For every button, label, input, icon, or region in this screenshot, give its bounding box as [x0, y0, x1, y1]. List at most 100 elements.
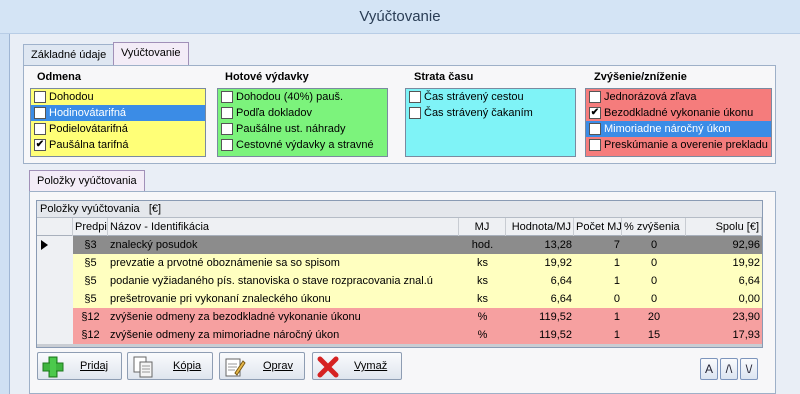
cell-zvysenie: 20 [622, 308, 686, 326]
cell-predpis: §12 [73, 326, 108, 344]
grid-header: Predpis Názov - Identifikácia MJ Hodnota… [37, 218, 762, 236]
cell-spolu: 23,90 [686, 308, 762, 326]
delete-button[interactable]: Vymaž [312, 352, 402, 380]
table-row[interactable]: §12 zvýšenie odmeny za mimoriadne náročný… [37, 326, 762, 344]
checkbox-item-hotove[interactable]: Podľa dokladov [218, 105, 387, 121]
copy-button-label: Kópia [173, 360, 202, 372]
cell-pocet: 1 [574, 326, 622, 344]
checkbox-hotove[interactable] [221, 107, 233, 119]
grid-body: §3 znalecký posudok hod. 13,28 7 0 92,96 §5 prev… [37, 236, 762, 344]
row-indicator[interactable] [37, 308, 73, 326]
checkbox-item-odmena[interactable]: ✔ Paušálna tarifná [31, 137, 205, 153]
row-indicator[interactable] [37, 272, 73, 290]
checkbox-strata[interactable] [409, 107, 421, 119]
checkbox-label: Hodinovátarifná [49, 107, 127, 119]
table-row[interactable]: §12 zvýšenie odmeny za bezodkladné vykona… [37, 308, 762, 326]
checkbox-item-odmena[interactable]: Dohodou [31, 89, 205, 105]
checkbox-zvysenie[interactable] [589, 139, 601, 151]
edit-button[interactable]: Oprav [219, 352, 305, 380]
add-button-label: Pridaj [80, 360, 109, 372]
cell-hodnota: 119,52 [506, 326, 574, 344]
group-zvysenie: Jednorázová zľava ✔ Bezodkladné vykonanie … [585, 88, 772, 157]
cell-zvysenie: 0 [622, 236, 686, 254]
checkbox-label: Paušálne ust. náhrady [236, 123, 346, 135]
group-title-hotove: Hotové výdavky [225, 71, 309, 83]
delete-button-label: Vymaž [354, 360, 388, 372]
checkbox-strata[interactable] [409, 91, 421, 103]
tab-vyuctovanie[interactable]: Vyúčtovanie [113, 42, 189, 66]
cell-nazov: prevzatie a prvotné oboznámenie sa so sp… [108, 254, 459, 272]
cell-mj: hod. [459, 236, 506, 254]
options-panel: Odmena Dohodou ✔ Hodinovátarifná Podielovát… [23, 65, 776, 164]
cell-zvysenie: 0 [622, 272, 686, 290]
checkbox-item-hotove[interactable]: Dohodou (40%) pauš. [218, 89, 387, 105]
cell-spolu: 17,93 [686, 326, 762, 344]
move-down-button[interactable]: \/ [740, 358, 758, 380]
row-indicator[interactable] [37, 290, 73, 308]
move-up-button[interactable]: /\ [720, 358, 738, 380]
copy-button[interactable]: Kópia [127, 352, 213, 380]
cell-pocet: 7 [574, 236, 622, 254]
row-indicator-header [37, 218, 73, 236]
checkbox-odmena[interactable] [34, 91, 46, 103]
table-row[interactable]: §5 prevzatie a prvotné oboznámenie sa so … [37, 254, 762, 272]
cell-spolu: 19,92 [686, 254, 762, 272]
table-row[interactable]: §3 znalecký posudok hod. 13,28 7 0 92,96 [37, 236, 762, 254]
group-title-strata: Strata času [414, 71, 474, 83]
group-title-zvysenie: Zvýšenie/zníženie [594, 71, 687, 83]
row-indicator[interactable] [37, 254, 73, 272]
tab-polozky-vyuctovania[interactable]: Položky vyúčtovania [29, 170, 145, 192]
copy-icon [133, 356, 153, 378]
checkbox-odmena[interactable]: ✔ [34, 139, 46, 151]
checkbox-item-zvysenie[interactable]: Preskúmanie a overenie prekladu [586, 137, 771, 153]
col-zvysenie[interactable]: % zvýšenia [622, 218, 686, 236]
checkbox-label: Čas strávený cestou [424, 91, 524, 103]
checkbox-label: Podielovátarifná [49, 123, 128, 135]
add-button[interactable]: Pridaj [37, 352, 122, 380]
checkbox-zvysenie[interactable]: ✔ [589, 123, 601, 135]
cell-pocet: 1 [574, 308, 622, 326]
checkbox-item-zvysenie[interactable]: ✔ Bezodkladné vykonanie úkonu [586, 105, 771, 121]
tab-zakladne-udaje[interactable]: Základné údaje [23, 44, 115, 66]
checkbox-item-zvysenie[interactable]: Jednorázová zľava [586, 89, 771, 105]
checkbox-odmena[interactable]: ✔ [34, 107, 46, 119]
col-hodnota[interactable]: Hodnota/MJ [506, 218, 574, 236]
checkbox-item-strata[interactable]: Čas strávený čakaním [406, 105, 575, 121]
col-spolu[interactable]: Spolu [€] [686, 218, 762, 236]
cell-hodnota: 6,64 [506, 290, 574, 308]
current-row-indicator-icon[interactable] [37, 236, 73, 254]
col-pocet[interactable]: Počet MJ [574, 218, 622, 236]
checkbox-zvysenie[interactable]: ✔ [589, 107, 601, 119]
checkbox-item-zvysenie[interactable]: ✔ Mimoriadne náročný úkon [586, 121, 771, 137]
items-grid: Položky vyúčtovania [€] Predpis Názov - … [36, 200, 763, 348]
row-indicator[interactable] [37, 326, 73, 344]
checkbox-item-odmena[interactable]: Podielovátarifná [31, 121, 205, 137]
col-mj[interactable]: MJ [459, 218, 506, 236]
checkbox-odmena[interactable] [34, 123, 46, 135]
table-row[interactable]: §5 prešetrovanie pri vykonaní znaleckého … [37, 290, 762, 308]
cell-mj: % [459, 326, 506, 344]
checkbox-zvysenie[interactable] [589, 91, 601, 103]
sort-a-button[interactable]: A [700, 358, 718, 380]
checkbox-item-hotove[interactable]: Paušálne ust. náhrady [218, 121, 387, 137]
grid-caption-unit: [€] [148, 203, 162, 215]
col-predpis[interactable]: Predpis [73, 218, 108, 236]
grid-caption: Položky vyúčtovania [€] [37, 201, 762, 218]
cell-mj: ks [459, 290, 506, 308]
cell-zvysenie: 15 [622, 326, 686, 344]
checkbox-hotove[interactable] [221, 139, 233, 151]
checkbox-label: Dohodou (40%) pauš. [236, 91, 344, 103]
table-row[interactable]: §5 podanie vyžiadaného pís. stanoviska o … [37, 272, 762, 290]
checkbox-item-strata[interactable]: Čas strávený cestou [406, 89, 575, 105]
cell-nazov: podanie vyžiadaného pís. stanoviska o st… [108, 272, 459, 290]
col-nazov[interactable]: Názov - Identifikácia [108, 218, 459, 236]
checkbox-item-odmena[interactable]: ✔ Hodinovátarifná [31, 105, 205, 121]
checkbox-hotove[interactable] [221, 91, 233, 103]
cell-pocet: 1 [574, 254, 622, 272]
delete-icon [317, 356, 339, 378]
checkbox-label: Paušálna tarifná [49, 139, 129, 151]
checkbox-hotove[interactable] [221, 123, 233, 135]
checkbox-label: Cestovné výdavky a stravné [236, 139, 374, 151]
cell-mj: ks [459, 272, 506, 290]
checkbox-item-hotove[interactable]: Cestovné výdavky a stravné [218, 137, 387, 153]
